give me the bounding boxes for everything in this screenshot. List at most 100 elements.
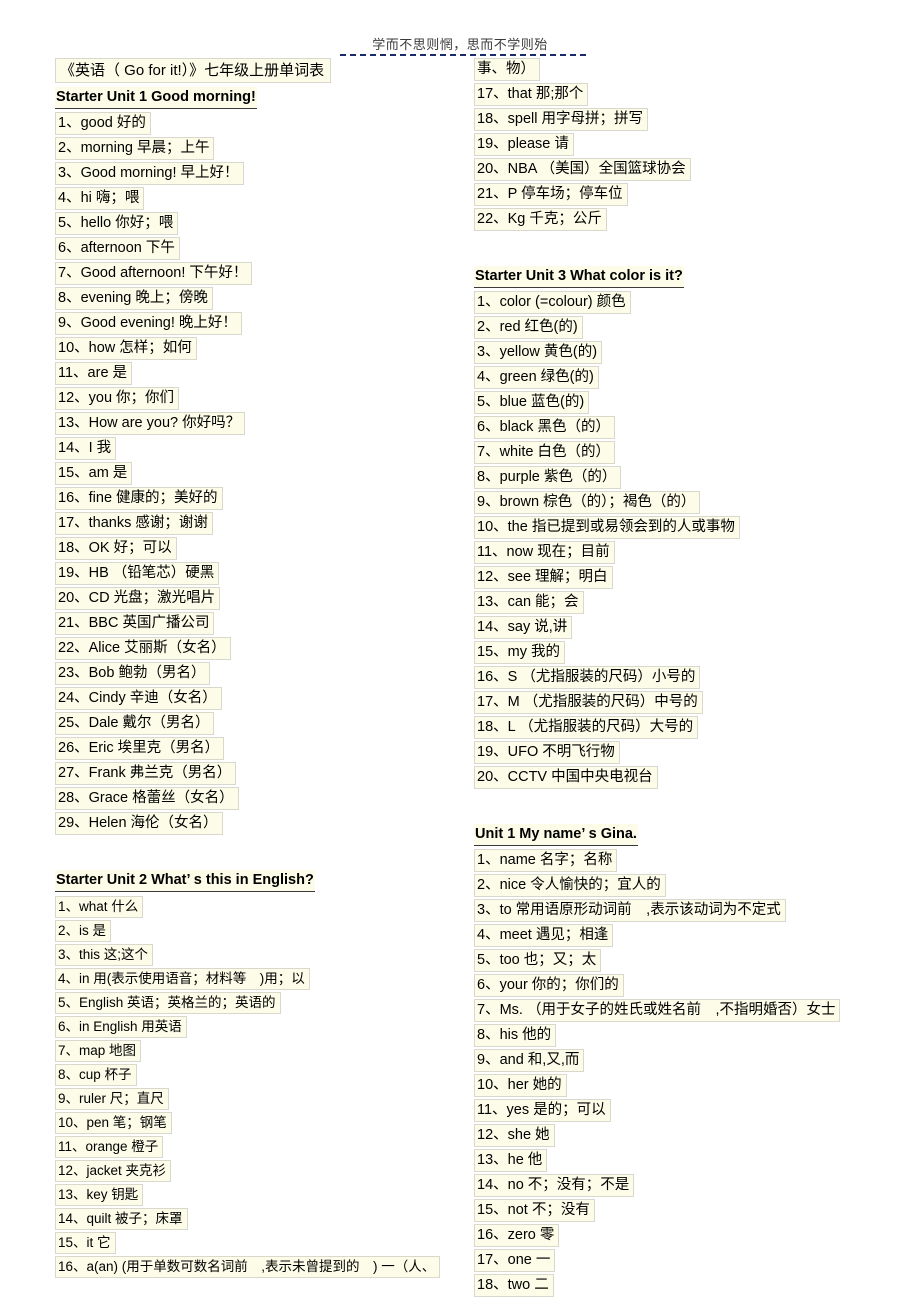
word-entry-text: 6、afternoon 下午 (55, 237, 180, 261)
word-entry: 3、to 常用语原形动词前 ,表示该动词为不定式 (474, 899, 894, 923)
document-title: 《英语（ Go for it!）》七年级上册单词表 (55, 58, 455, 83)
word-entry: 5、hello 你好；喂 (55, 212, 455, 236)
word-entry-text: 17、thanks 感谢；谢谢 (55, 512, 213, 536)
word-entry-text: 15、my 我的 (474, 641, 565, 665)
word-entry-text: 10、pen 笔；钢笔 (55, 1111, 172, 1134)
word-entry-text: 26、Eric 埃里克（男名） (55, 737, 225, 761)
word-entry-text: 5、English 英语；英格兰的；英语的 (55, 991, 281, 1014)
word-entry: 2、nice 令人愉快的；宜人的 (474, 874, 894, 898)
word-entry-text: 25、Dale 戴尔（男名） (55, 712, 215, 736)
word-entry-text: 2、nice 令人愉快的；宜人的 (474, 874, 666, 898)
word-entry: 23、Bob 鲍勃（男名） (55, 662, 455, 686)
word-entry-text: 21、P 停车场；停车位 (474, 183, 628, 207)
word-entry: 11、now 现在；目前 (474, 541, 894, 565)
word-entry-text: 11、now 现在；目前 (474, 541, 615, 565)
word-entry: 17、one 一 (474, 1249, 894, 1273)
word-entry-text: 28、Grace 格蕾丝（女名） (55, 787, 239, 811)
word-entry-text: 23、Bob 鲍勃（男名） (55, 662, 211, 686)
word-entry-text: 8、cup 杯子 (55, 1063, 137, 1086)
word-entry: 7、map 地图 (55, 1039, 455, 1062)
word-entry-text: 10、how 怎样；如何 (55, 337, 197, 361)
word-entry: 17、M （尤指服装的尺码）中号的 (474, 691, 894, 715)
word-entry: 9、and 和,又,而 (474, 1049, 894, 1073)
section-heading-starter-unit-2: Starter Unit 2 What’ s this in English? (55, 867, 455, 893)
word-entry-text: 12、she 她 (474, 1124, 555, 1148)
word-entry: 2、is 是 (55, 919, 455, 942)
word-entry-text: 2、morning 早晨；上午 (55, 137, 215, 161)
word-entry-text: 27、Frank 弗兰克（男名） (55, 762, 237, 786)
word-entry: 6、afternoon 下午 (55, 237, 455, 261)
word-entry-text: 9、and 和,又,而 (474, 1049, 585, 1073)
word-entry-text: 10、the 指已提到或易领会到的人或事物 (474, 516, 740, 540)
word-entry: 21、P 停车场；停车位 (474, 183, 894, 207)
word-entry-text: 4、hi 嗨；喂 (55, 187, 145, 211)
word-entry-text: 16、fine 健康的；美好的 (55, 487, 223, 511)
word-entry-text: 1、what 什么 (55, 895, 144, 918)
word-entry: 5、blue 蓝色(的) (474, 391, 894, 415)
word-entry: 15、not 不；没有 (474, 1199, 894, 1223)
page-header-text: 学而不思则惘，思而不学则殆 (372, 38, 548, 53)
word-entry-text: 事、物） (474, 58, 540, 82)
word-entry: 19、HB （铅笔芯）硬黑 (55, 562, 455, 586)
word-entry-text: 4、meet 遇见；相逢 (474, 924, 614, 948)
document-columns: 《英语（ Go for it!）》七年级上册单词表 Starter Unit 1… (0, 58, 920, 1298)
word-entry-text: 12、you 你；你们 (55, 387, 180, 411)
word-entry: 24、Cindy 辛迪（女名） (55, 687, 455, 711)
word-entry: 6、your 你的；你们的 (474, 974, 894, 998)
word-entry: 10、pen 笔；钢笔 (55, 1111, 455, 1134)
word-entry: 14、say 说,讲 (474, 616, 894, 640)
word-entry-text: 15、it 它 (55, 1231, 116, 1254)
word-entry-text: 7、Ms. （用于女子的姓氏或姓名前 ,不指明婚否）女士 (474, 999, 841, 1023)
word-entry-text: 20、CCTV 中国中央电视台 (474, 766, 658, 790)
word-entry: 8、purple 紫色（的） (474, 466, 894, 490)
word-entry-text: 18、OK 好；可以 (55, 537, 177, 561)
word-entry: 28、Grace 格蕾丝（女名） (55, 787, 455, 811)
word-entry: 1、color (=colour) 颜色 (474, 291, 894, 315)
word-entry-text: 9、ruler 尺；直尺 (55, 1087, 169, 1110)
word-entry: 14、no 不；没有；不是 (474, 1174, 894, 1198)
word-entry-text: 3、to 常用语原形动词前 ,表示该动词为不定式 (474, 899, 786, 923)
word-entry-text: 7、white 白色（的） (474, 441, 615, 465)
word-entry: 9、ruler 尺；直尺 (55, 1087, 455, 1110)
word-entry-text: 16、zero 零 (474, 1224, 560, 1248)
word-entry-text: 14、I 我 (55, 437, 117, 461)
section-heading-text: Starter Unit 1 Good morning! (55, 87, 257, 109)
header-dashed-rule (340, 54, 586, 56)
section-heading-text: Starter Unit 3 What color is it? (474, 266, 684, 288)
word-entry-wrapped: 16、a(an) (用于单数可数名词前 ,表示未曾提到的 ) 一（人、 (55, 1255, 455, 1278)
word-entry-text: 29、Helen 海伦（女名） (55, 812, 223, 836)
word-entry-text: 18、spell 用字母拼；拼写 (474, 108, 648, 132)
word-entry-text: 1、name 名字；名称 (474, 849, 618, 873)
word-entry: 12、jacket 夹克衫 (55, 1159, 455, 1182)
word-entry: 4、meet 遇见；相逢 (474, 924, 894, 948)
section-heading-text: Unit 1 My name’ s Gina. (474, 824, 638, 846)
word-entry: 12、see 理解；明白 (474, 566, 894, 590)
word-entry: 10、her 她的 (474, 1074, 894, 1098)
word-entry: 15、am 是 (55, 462, 455, 486)
word-entry: 2、morning 早晨；上午 (55, 137, 455, 161)
word-entry-text: 21、BBC 英国广播公司 (55, 612, 215, 636)
section-heading-starter-unit-3: Starter Unit 3 What color is it? (474, 263, 894, 289)
word-entry-text: 13、How are you? 你好吗？ (55, 412, 246, 436)
word-entry-text: 8、evening 晚上；傍晚 (55, 287, 213, 311)
word-entry: 22、Kg 千克；公斤 (474, 208, 894, 232)
word-entry-text: 15、not 不；没有 (474, 1199, 595, 1223)
word-entry: 3、Good morning! 早上好！ (55, 162, 455, 186)
word-entry-text: 24、Cindy 辛迪（女名） (55, 687, 222, 711)
word-entry: 10、the 指已提到或易领会到的人或事物 (474, 516, 894, 540)
word-entry-text: 18、L （尤指服装的尺码）大号的 (474, 716, 699, 740)
section-heading-text: Starter Unit 2 What’ s this in English? (55, 870, 315, 892)
word-entry: 4、green 绿色(的) (474, 366, 894, 390)
word-entry: 12、she 她 (474, 1124, 894, 1148)
word-entry: 15、it 它 (55, 1231, 455, 1254)
word-entry: 6、black 黑色（的） (474, 416, 894, 440)
word-entry-text: 8、purple 紫色（的） (474, 466, 622, 490)
word-entry: 26、Eric 埃里克（男名） (55, 737, 455, 761)
word-entry: 21、BBC 英国广播公司 (55, 612, 455, 636)
word-entry: 1、name 名字；名称 (474, 849, 894, 873)
word-entry: 12、you 你；你们 (55, 387, 455, 411)
word-entry: 11、are 是 (55, 362, 455, 386)
word-entry-text: 16、S （尤指服装的尺码）小号的 (474, 666, 701, 690)
